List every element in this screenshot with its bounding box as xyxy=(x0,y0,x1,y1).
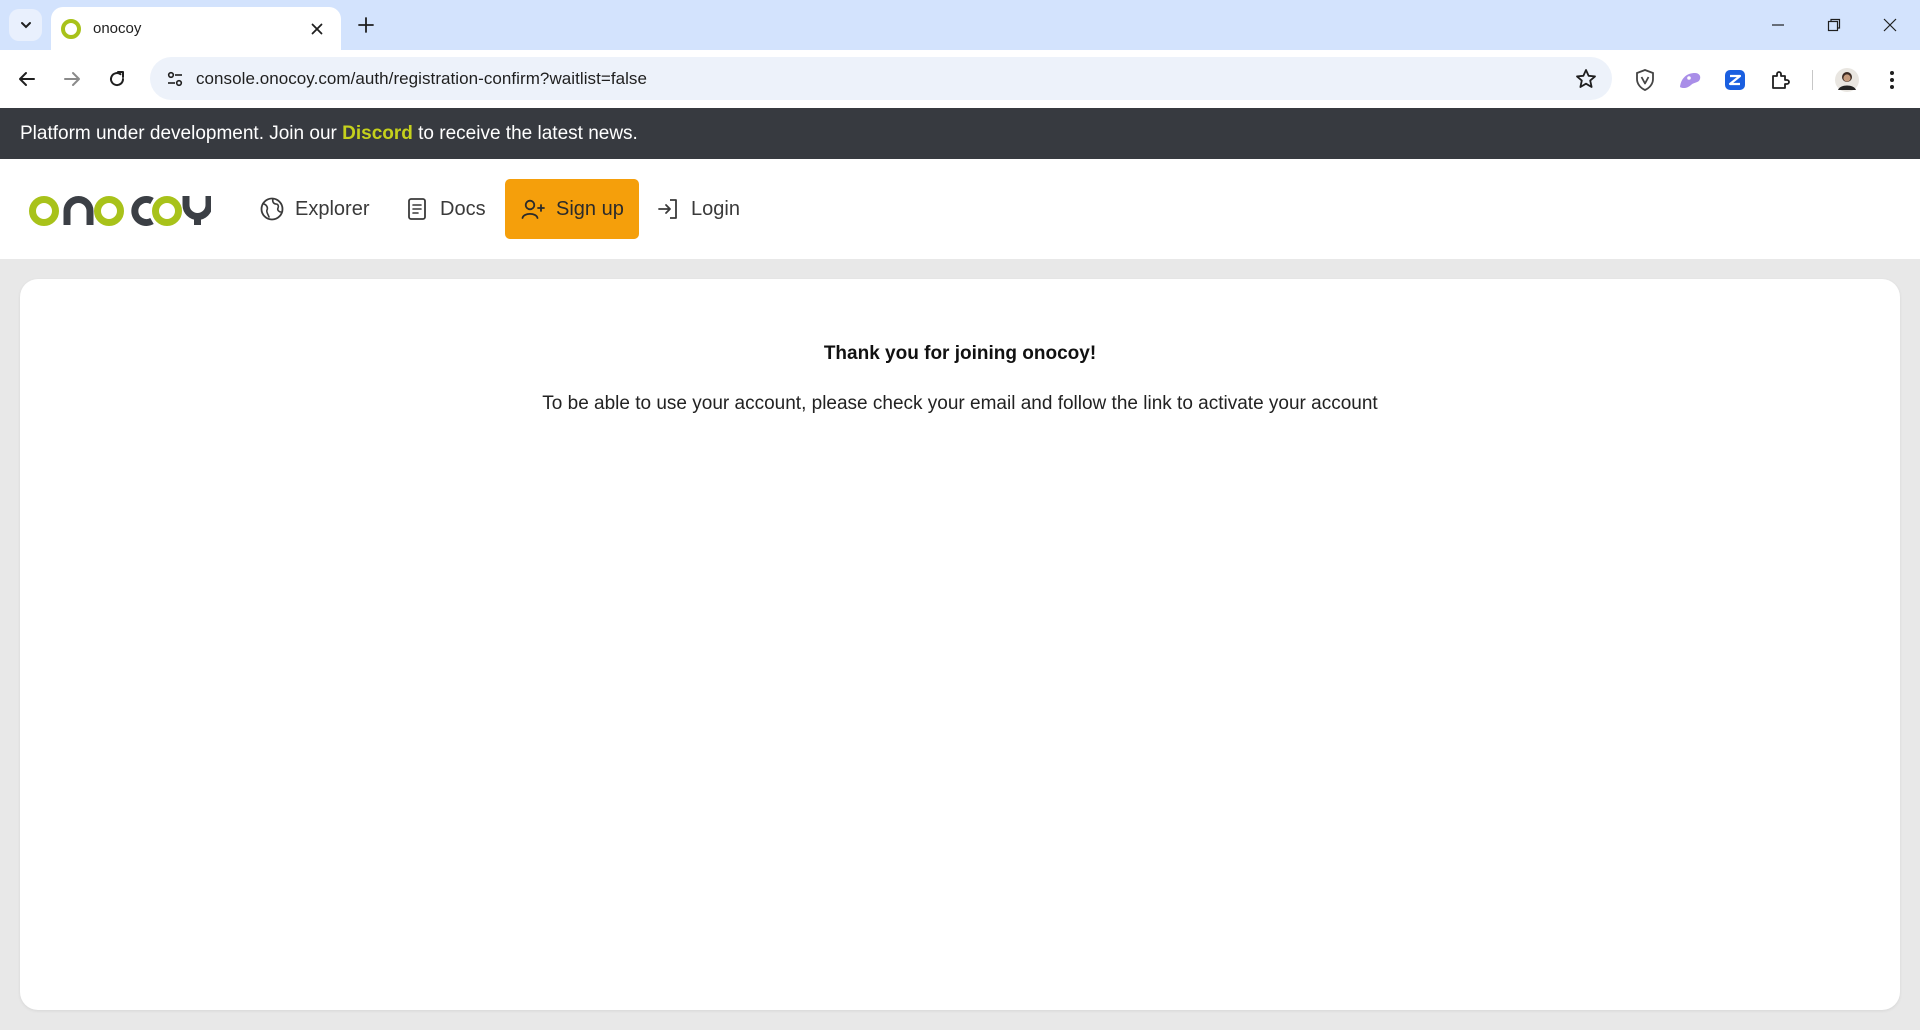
reload-button[interactable] xyxy=(100,62,134,96)
extension-lilac-button[interactable] xyxy=(1676,66,1704,94)
forward-button[interactable] xyxy=(55,62,89,96)
extension-shield-button[interactable] xyxy=(1631,66,1659,94)
banner-text-prefix: Platform under development. Join our xyxy=(20,122,343,144)
back-button[interactable] xyxy=(10,62,44,96)
onocoy-logo[interactable] xyxy=(29,192,213,231)
star-icon xyxy=(1576,69,1596,88)
globe-icon xyxy=(259,196,285,222)
close-icon xyxy=(311,23,323,34)
banner-text-suffix: to receive the latest news. xyxy=(412,122,638,144)
browser-toolbar: console.onocoy.com/auth/registration-con… xyxy=(0,50,1920,108)
more-vertical-icon xyxy=(1890,71,1894,89)
bookmark-button[interactable] xyxy=(1574,67,1598,91)
shield-v-icon xyxy=(1636,69,1654,91)
signup-label: Sign up xyxy=(556,197,624,220)
site-info-button[interactable] xyxy=(162,66,188,92)
confirmation-card: Thank you for joining onocoy! To be able… xyxy=(20,279,1900,1010)
close-tab-button[interactable] xyxy=(307,19,327,39)
new-tab-button[interactable] xyxy=(353,12,379,38)
minimize-button[interactable] xyxy=(1750,0,1806,50)
nav-docs[interactable]: Docs xyxy=(404,179,486,239)
onocoy-logo-icon xyxy=(29,196,213,226)
onocoy-favicon-icon xyxy=(61,18,81,39)
extensions-button[interactable] xyxy=(1766,66,1794,94)
site-header: Explorer Docs Sign up Login xyxy=(0,159,1920,259)
plus-icon xyxy=(358,17,374,33)
address-bar[interactable]: console.onocoy.com/auth/registration-con… xyxy=(150,57,1612,100)
discord-link[interactable]: Discord xyxy=(342,123,413,145)
restore-icon xyxy=(1827,18,1841,32)
tune-icon xyxy=(167,71,183,86)
close-window-button[interactable] xyxy=(1862,0,1918,50)
toolbar-divider xyxy=(1812,70,1813,90)
development-banner: Platform under development. Join our Dis… xyxy=(0,108,1920,159)
signup-button[interactable]: Sign up xyxy=(505,179,639,239)
puzzle-icon xyxy=(1772,71,1790,89)
login-icon xyxy=(655,196,681,222)
blue-extension-icon xyxy=(1725,70,1745,90)
minimize-icon xyxy=(1772,24,1784,26)
confirmation-title: Thank you for joining onocoy! xyxy=(823,343,1097,364)
url-text: console.onocoy.com/auth/registration-con… xyxy=(196,68,647,88)
profile-button[interactable] xyxy=(1833,66,1861,94)
add-user-icon xyxy=(520,196,546,222)
nav-explorer[interactable]: Explorer xyxy=(259,179,369,239)
avatar xyxy=(1835,68,1859,92)
extension-blue-button[interactable] xyxy=(1721,66,1749,94)
arrow-left-icon xyxy=(19,72,35,86)
browser-tab-active[interactable]: onocoy xyxy=(51,7,341,50)
browser-tabstrip: onocoy xyxy=(0,0,1920,50)
confirmation-message: To be able to use your account, please c… xyxy=(542,393,1378,414)
tab-title: onocoy xyxy=(93,20,142,37)
restore-button[interactable] xyxy=(1806,0,1862,50)
browser-menu-button[interactable] xyxy=(1878,66,1906,94)
nav-docs-label: Docs xyxy=(440,197,486,220)
tab-search-button[interactable] xyxy=(9,9,42,41)
arrow-right-icon xyxy=(64,72,80,86)
chevron-down-icon xyxy=(20,22,31,29)
nav-login-label: Login xyxy=(691,197,740,220)
reload-icon xyxy=(110,71,125,87)
nav-explorer-label: Explorer xyxy=(295,197,370,220)
document-icon xyxy=(404,196,430,222)
nav-login[interactable]: Login xyxy=(655,179,740,239)
lilac-extension-icon xyxy=(1680,73,1701,89)
close-icon xyxy=(1883,18,1897,32)
